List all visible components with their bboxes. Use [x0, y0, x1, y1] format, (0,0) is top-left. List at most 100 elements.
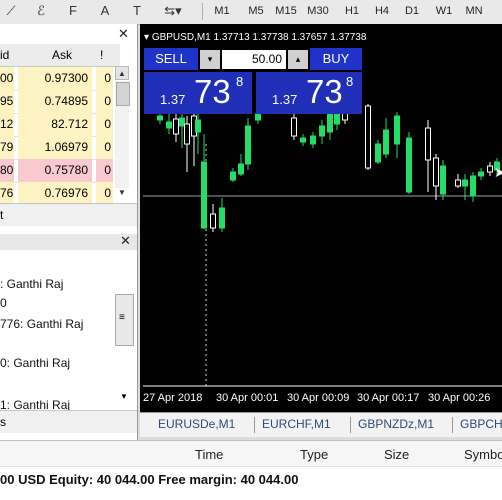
column-bid[interactable]: id	[0, 48, 9, 62]
tab-separator	[254, 417, 255, 433]
sell-price-pips: 73	[194, 73, 231, 110]
candle-body	[394, 115, 400, 145]
lot-increase-button[interactable]: ▴	[288, 50, 308, 69]
candle-body	[375, 143, 381, 163]
market-watch-tabs: t	[0, 203, 137, 226]
terminal-header: Time Type Size Symbo	[0, 440, 502, 468]
time-axis-label: 30 Apr 00:01	[216, 392, 279, 404]
line-studies-icon[interactable]: ⟋	[2, 2, 20, 20]
candle-body	[179, 117, 185, 127]
sell-price-box[interactable]: 1.37 73 8	[144, 72, 252, 114]
time-axis-label: 30 Apr 00:26	[428, 392, 491, 404]
candle-body	[166, 121, 172, 129]
timeframe-w1-button[interactable]: W1	[430, 3, 458, 20]
spread-cell: 0	[96, 90, 113, 113]
spread-cell: 0	[96, 113, 113, 136]
timeframe-h4-button[interactable]: H4	[368, 3, 396, 20]
journal-line: 0	[0, 296, 7, 310]
fibonacci-icon[interactable]: ℰ	[32, 2, 50, 20]
market-watch-row[interactable]: 80 0.75780 0	[0, 159, 113, 183]
symbol-tab[interactable]: GBPCH	[460, 417, 502, 431]
market-watch-header: id Ask !	[0, 44, 120, 67]
lot-size-input[interactable]: 50.00	[222, 50, 286, 69]
market-watch-row[interactable]: 79 1.06979 0	[0, 136, 113, 160]
bid-cell: 12	[0, 113, 14, 136]
journal-line: 776: Ganthi Raj	[0, 317, 84, 331]
market-watch-tab[interactable]: t	[0, 208, 3, 222]
terminal-column-header[interactable]: Type	[300, 447, 328, 462]
candle-body	[210, 213, 216, 229]
timeframe-m5-button[interactable]: M5	[242, 3, 270, 20]
close-icon[interactable]: ✕	[120, 233, 131, 249]
candle-body	[433, 157, 439, 187]
time-axis-label: 30 Apr 00:09	[287, 392, 350, 404]
symbol-tab[interactable]: EURCHF,M1	[262, 417, 331, 431]
chart-header: ▾ GBPUSD,M1 1.37713 1.37738 1.37657 1.37…	[144, 32, 366, 43]
market-watch-row[interactable]: 95 0.74895 0	[0, 90, 113, 114]
terminal-column-header[interactable]: Size	[384, 447, 409, 462]
arrows-dropdown-icon[interactable]: ⇆▾	[160, 2, 186, 20]
buy-price-fraction: 8	[346, 74, 354, 89]
text-tool-icon[interactable]: F	[64, 2, 82, 20]
candle-body	[195, 119, 201, 133]
candle-body	[365, 105, 371, 169]
timeframe-d1-button[interactable]: D1	[398, 3, 426, 20]
candle-body	[462, 179, 468, 187]
timeframe-m30-button[interactable]: M30	[304, 3, 332, 20]
close-icon[interactable]: ✕	[118, 26, 129, 42]
candle-body	[300, 137, 306, 143]
candle-body	[310, 135, 316, 145]
timeframe-m15-button[interactable]: M15	[272, 3, 300, 20]
bid-cell: 76	[0, 182, 14, 205]
column-ask[interactable]: Ask	[52, 48, 72, 62]
buy-button[interactable]: BUY	[310, 48, 362, 70]
symbol-tab[interactable]: EURUSDe,M1	[158, 417, 235, 431]
chart-window[interactable]: ▾ GBPUSD,M1 1.37713 1.37738 1.37657 1.37…	[140, 24, 502, 412]
candle-body	[238, 163, 244, 175]
text-icon[interactable]: T	[128, 2, 146, 20]
lot-decrease-button[interactable]: ▾	[200, 50, 220, 69]
spread-cell: 0	[96, 182, 113, 205]
chart-dropdown-icon[interactable]: ▾	[144, 32, 149, 43]
timeframe-m1-button[interactable]: M1	[208, 3, 236, 20]
journal-panel: ✕ ≡ ▼ : Ganthi Raj 0 776: Ganthi Raj 0: Gan…	[0, 232, 138, 440]
sell-price-fraction: 8	[236, 74, 244, 89]
candle-body	[245, 125, 251, 165]
tab-separator	[350, 417, 351, 433]
candle-body	[201, 161, 207, 229]
journal-line: : Ganthi Raj	[0, 277, 64, 291]
bid-cell: 95	[0, 90, 14, 113]
spread-cell: 0	[96, 67, 113, 90]
candle-body	[406, 137, 412, 193]
candle-body	[230, 171, 236, 181]
scrollbar-thumb[interactable]: ≡	[115, 294, 134, 346]
column-spread[interactable]: !	[100, 48, 103, 62]
scroll-down-arrow[interactable]: ▼	[115, 186, 129, 200]
timeframe-h1-button[interactable]: H1	[338, 3, 366, 20]
candle-body	[291, 117, 297, 137]
buy-price-box[interactable]: 1.37 73 8	[256, 72, 362, 114]
terminal-column-header[interactable]: Time	[195, 447, 223, 462]
chart-symbol-tabs: EURUSDe,M1 EURCHF,M1 GBPNZDz,M1 GBPCH	[140, 412, 502, 437]
symbol-tab[interactable]: GBPNZDz,M1	[358, 417, 434, 431]
text-label-icon[interactable]: A	[96, 2, 114, 20]
candle-body	[425, 127, 431, 161]
journal-line: 0: Ganthi Raj	[0, 356, 71, 370]
scroll-down-arrow[interactable]: ▼	[120, 392, 128, 401]
terminal-status-row: 00 USD Equity: 40 044.00 Free margin: 40…	[0, 466, 502, 500]
ask-cell: 0.75780	[18, 159, 92, 182]
bid-cell: 80	[0, 159, 14, 182]
scrollbar-thumb[interactable]	[116, 82, 130, 106]
market-watch-row[interactable]: 12 82.712 0	[0, 113, 113, 137]
sell-button[interactable]: SELL	[144, 48, 198, 70]
candle-body	[487, 165, 493, 173]
candle-body	[219, 207, 225, 229]
timeframe-mn-button[interactable]: MN	[460, 3, 488, 20]
market-watch-row[interactable]: 00 0.97300 0	[0, 67, 113, 91]
chart-symbol-info: GBPUSD,M1 1.37713 1.37738 1.37657 1.3773…	[151, 32, 367, 43]
scroll-up-arrow[interactable]: ▲	[115, 66, 129, 80]
candle-body	[319, 125, 325, 137]
spread-cell: 0	[96, 136, 113, 159]
journal-tab[interactable]: s	[0, 415, 6, 429]
terminal-column-header[interactable]: Symbo	[464, 447, 502, 462]
